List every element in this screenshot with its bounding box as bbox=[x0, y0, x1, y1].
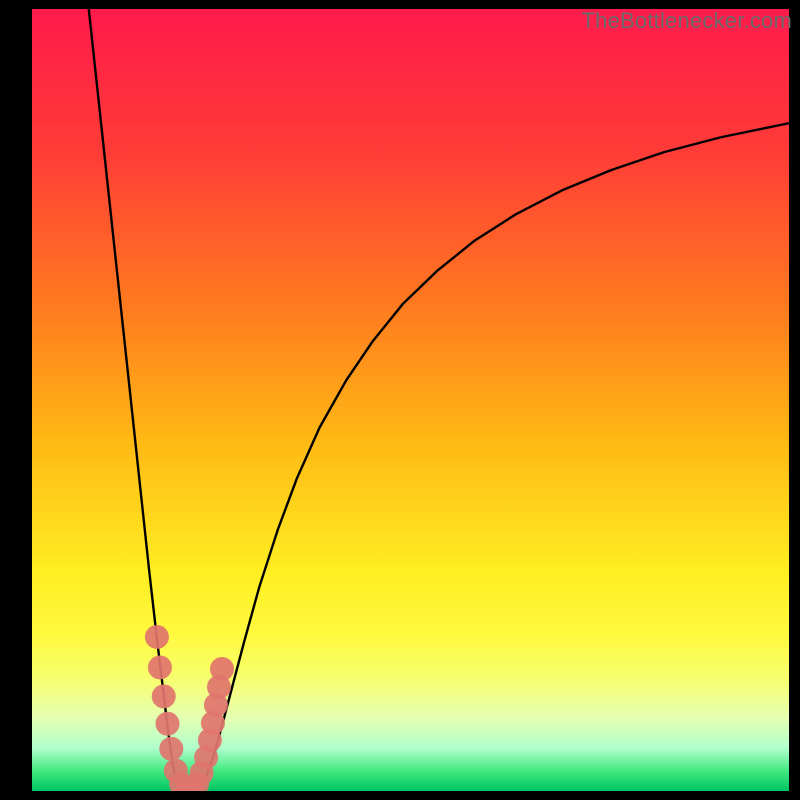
plot-area bbox=[32, 9, 789, 791]
curves-layer bbox=[32, 9, 789, 791]
curve-marker bbox=[145, 625, 169, 649]
outer-frame: TheBottlenecker.com bbox=[0, 0, 800, 800]
curve-marker bbox=[152, 684, 176, 708]
bottleneck-curve bbox=[89, 9, 789, 791]
curve-marker bbox=[156, 712, 180, 736]
watermark-text: TheBottlenecker.com bbox=[582, 8, 792, 34]
curve-marker bbox=[210, 657, 234, 681]
curve-marker bbox=[148, 655, 172, 679]
curve-marker bbox=[159, 737, 183, 761]
